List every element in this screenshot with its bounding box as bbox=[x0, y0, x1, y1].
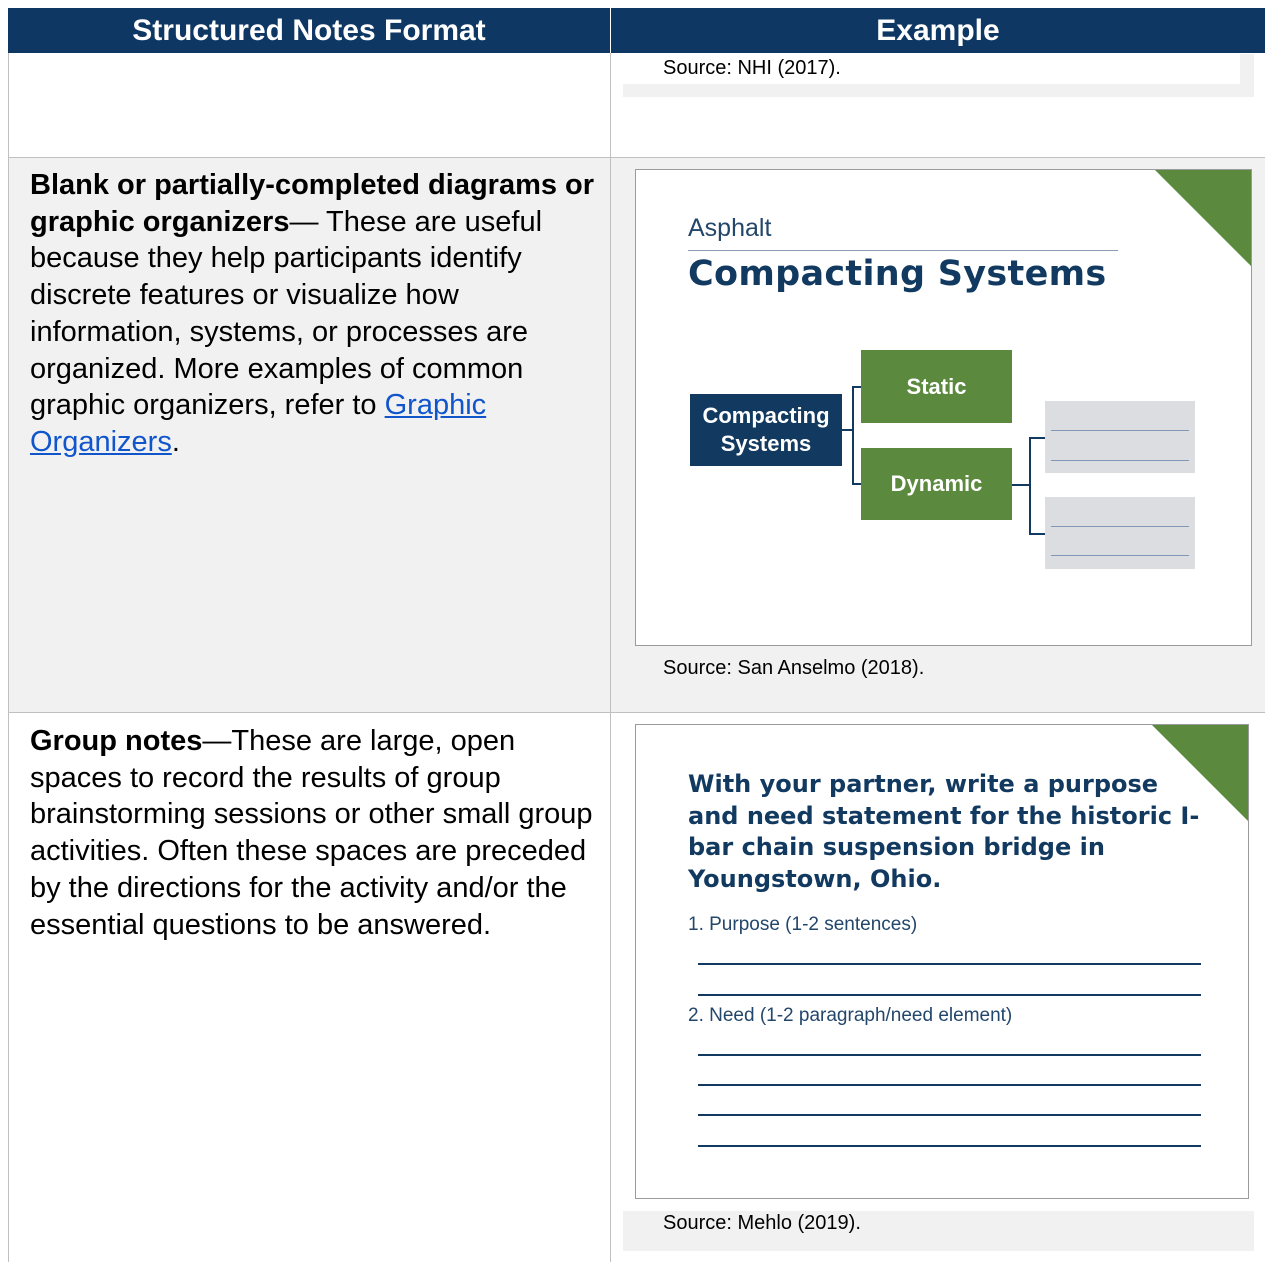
write-line bbox=[698, 1054, 1201, 1056]
compacting-systems-slide: Asphalt Compacting Systems Compacting Sy… bbox=[635, 169, 1252, 646]
group-notes-slide: With your partner, write a purpose and n… bbox=[635, 724, 1249, 1199]
header-example-title: Example bbox=[876, 13, 1000, 47]
static-node: Static bbox=[861, 350, 1012, 423]
write-line bbox=[698, 994, 1201, 996]
blank-line bbox=[1051, 526, 1189, 527]
write-line bbox=[698, 1145, 1201, 1147]
blank-box-1 bbox=[1045, 401, 1195, 473]
format-description-group-notes: Group notes—These are large, open spaces… bbox=[30, 723, 600, 943]
slide-subtitle: Asphalt bbox=[688, 214, 772, 242]
connector-dynamic-vertical bbox=[1029, 437, 1031, 534]
connector-dynamic-trunk bbox=[1012, 484, 1030, 486]
source-caption: Source: San Anselmo (2018). bbox=[663, 657, 925, 679]
write-line bbox=[698, 1084, 1201, 1086]
blank-line bbox=[1051, 430, 1189, 431]
connector-to-dynamic bbox=[852, 483, 861, 485]
blank-box-2 bbox=[1045, 497, 1195, 569]
dynamic-node: Dynamic bbox=[861, 448, 1012, 520]
format-body: —These are large, open spaces to record … bbox=[30, 725, 593, 941]
write-line bbox=[698, 1114, 1201, 1116]
slide-title: Compacting Systems bbox=[688, 254, 1107, 294]
activity-prompt: With your partner, write a purpose and n… bbox=[688, 770, 1200, 893]
source-caption: Source: NHI (2017). bbox=[663, 57, 841, 79]
green-corner-accent bbox=[1155, 170, 1251, 266]
question-need: 2. Need (1-2 paragraph/need element) bbox=[688, 1005, 1013, 1026]
write-line bbox=[698, 963, 1201, 965]
connector-to-blank-2 bbox=[1029, 533, 1046, 535]
format-description-graphic-organizers: Blank or partially-completed diagrams or… bbox=[30, 169, 595, 458]
row-divider-2 bbox=[8, 712, 1265, 713]
connector-root-vertical bbox=[852, 386, 854, 484]
connector-to-blank-1 bbox=[1029, 437, 1046, 439]
blank-line bbox=[1051, 555, 1189, 556]
table-header-example: Example bbox=[611, 8, 1265, 53]
root-node: Compacting Systems bbox=[690, 394, 842, 466]
example-cell-1: Source: NHI (2017). bbox=[623, 54, 1254, 97]
blank-line bbox=[1051, 460, 1189, 461]
source-caption: Source: Mehlo (2019). bbox=[663, 1212, 861, 1234]
slide-title-rule bbox=[688, 250, 1118, 251]
question-purpose: 1. Purpose (1-2 sentences) bbox=[688, 914, 918, 935]
table-header-format: Structured Notes Format bbox=[8, 8, 610, 53]
header-format-title: Structured Notes Format bbox=[132, 13, 486, 47]
connector-to-static bbox=[852, 386, 861, 388]
format-title: Group notes bbox=[30, 725, 203, 757]
